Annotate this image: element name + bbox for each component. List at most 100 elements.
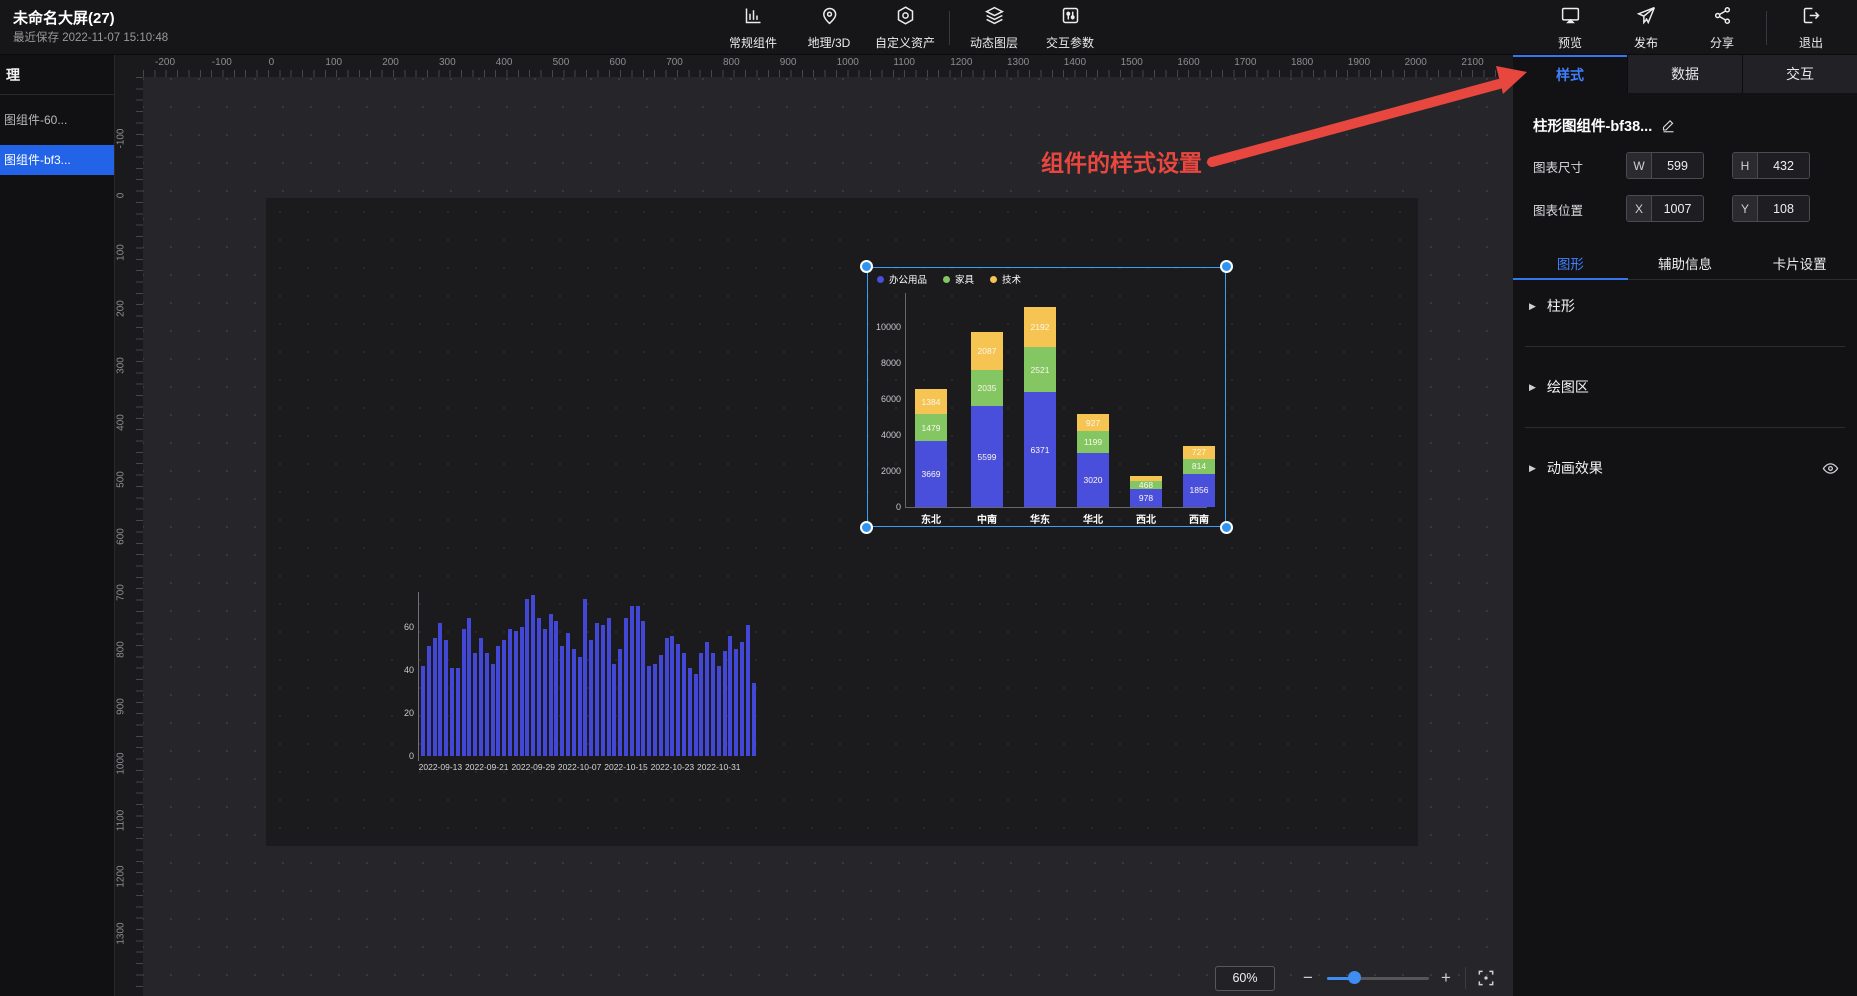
bar-segment[interactable]: 2521 <box>1024 347 1056 392</box>
histogram-bar[interactable] <box>520 627 524 756</box>
histogram-bar[interactable] <box>485 653 489 756</box>
histogram-bar[interactable] <box>572 649 576 757</box>
histogram-bar[interactable] <box>665 638 669 756</box>
action-publish[interactable]: 发布 <box>1608 0 1684 55</box>
bar-segment[interactable]: 6371 <box>1024 392 1056 507</box>
y-value[interactable]: 108 <box>1758 196 1809 221</box>
subtab-card-settings[interactable]: 卡片设置 <box>1742 246 1857 279</box>
x-input[interactable]: X 1007 <box>1626 195 1704 222</box>
histogram-bar[interactable] <box>450 668 454 756</box>
histogram-bar[interactable] <box>601 625 605 756</box>
width-input[interactable]: W 599 <box>1626 152 1704 179</box>
histogram-bar[interactable] <box>479 638 483 756</box>
histogram-bar[interactable] <box>525 599 529 756</box>
action-share[interactable]: 分享 <box>1684 0 1760 55</box>
histogram-bar[interactable] <box>711 653 715 756</box>
histogram-bar[interactable] <box>676 644 680 756</box>
section-bar-shape[interactable]: ▶ 柱形 <box>1513 280 1857 332</box>
histogram-bar[interactable] <box>723 651 727 756</box>
histogram-bar[interactable] <box>537 618 541 756</box>
bar-segment[interactable]: 1384 <box>915 389 947 414</box>
fit-to-screen-button[interactable] <box>1476 968 1496 988</box>
height-value[interactable]: 432 <box>1758 153 1809 178</box>
histogram-bar[interactable] <box>647 666 651 756</box>
histogram-bar[interactable] <box>438 623 442 756</box>
y-input[interactable]: Y 108 <box>1732 195 1810 222</box>
bar-segment[interactable]: 727 <box>1183 446 1215 459</box>
edit-name-icon[interactable] <box>1661 118 1676 133</box>
toolbar-item-dynamic-layers[interactable]: 动态图层 <box>956 0 1032 55</box>
zoom-slider[interactable] <box>1327 971 1429 985</box>
histogram-bar[interactable] <box>717 666 721 756</box>
histogram-bar[interactable] <box>560 646 564 756</box>
bar-segment[interactable]: 3020 <box>1077 453 1109 507</box>
histogram-bar[interactable] <box>491 664 495 756</box>
bar-segment[interactable]: 1199 <box>1077 431 1109 453</box>
histogram-bar[interactable] <box>456 668 460 756</box>
histogram-bar[interactable] <box>433 638 437 756</box>
bar-segment[interactable] <box>1130 476 1162 481</box>
toolbar-item-geo-3d[interactable]: 地理/3D <box>791 0 867 55</box>
histogram-bar[interactable] <box>630 606 634 757</box>
resize-handle-top-left[interactable] <box>860 260 873 273</box>
histogram-bar[interactable] <box>589 640 593 756</box>
zoom-out-button[interactable]: − <box>1297 968 1319 988</box>
tab-interaction[interactable]: 交互 <box>1742 55 1857 93</box>
histogram-bar[interactable] <box>496 646 500 756</box>
histogram-bar[interactable] <box>659 655 663 756</box>
resize-handle-bottom-left[interactable] <box>860 521 873 534</box>
histogram-bar[interactable] <box>578 657 582 756</box>
toolbar-item-common-components[interactable]: 常规组件 <box>715 0 791 55</box>
histogram-bar[interactable] <box>752 683 756 756</box>
bar-segment[interactable]: 5599 <box>971 406 1003 507</box>
bar-segment[interactable]: 978 <box>1130 489 1162 507</box>
histogram-bar[interactable] <box>502 640 506 756</box>
histogram-bar[interactable] <box>531 595 535 756</box>
slider-knob[interactable] <box>1348 971 1361 984</box>
editor-canvas[interactable]: -200-10001002003004005006007008009001000… <box>115 55 1513 996</box>
histogram-bar[interactable] <box>636 606 640 757</box>
histogram-bar[interactable] <box>549 614 553 756</box>
histogram-bar[interactable] <box>699 653 703 756</box>
histogram-bar[interactable] <box>641 621 645 756</box>
histogram-bar[interactable] <box>595 623 599 756</box>
tab-data[interactable]: 数据 <box>1627 55 1742 93</box>
histogram-bar[interactable] <box>624 618 628 756</box>
histogram-bar[interactable] <box>543 629 547 756</box>
bar-segment[interactable]: 2087 <box>971 332 1003 370</box>
histogram-bar[interactable] <box>473 653 477 756</box>
bar-segment[interactable]: 2035 <box>971 370 1003 407</box>
histogram-bar[interactable] <box>444 640 448 756</box>
toolbar-item-interaction-params[interactable]: 交互参数 <box>1032 0 1108 55</box>
visibility-eye-icon[interactable] <box>1822 460 1839 477</box>
histogram-bar[interactable] <box>421 666 425 756</box>
width-value[interactable]: 599 <box>1652 153 1703 178</box>
resize-handle-bottom-right[interactable] <box>1220 521 1233 534</box>
histogram-bar[interactable] <box>734 649 738 757</box>
tab-style[interactable]: 样式 <box>1513 55 1627 93</box>
histogram-chart-widget[interactable]: 02040602022-09-132022-09-212022-09-29202… <box>390 586 770 776</box>
histogram-bar[interactable] <box>583 599 587 756</box>
section-animation[interactable]: ▶ 动画效果 <box>1513 442 1857 494</box>
histogram-bar[interactable] <box>566 633 570 756</box>
histogram-bar[interactable] <box>682 653 686 756</box>
histogram-bar[interactable] <box>746 625 750 756</box>
bar-segment[interactable]: 3669 <box>915 441 947 507</box>
stacked-bar-chart-widget[interactable]: 办公用品家具技术 0200040006000800010000366914791… <box>867 267 1226 527</box>
section-plot-area[interactable]: ▶ 绘图区 <box>1513 361 1857 413</box>
action-exit[interactable]: 退出 <box>1773 0 1849 55</box>
bar-segment[interactable]: 1856 <box>1183 474 1215 507</box>
histogram-bar[interactable] <box>508 629 512 756</box>
zoom-in-button[interactable]: + <box>1435 968 1457 988</box>
height-input[interactable]: H 432 <box>1732 152 1810 179</box>
histogram-bar[interactable] <box>670 636 674 756</box>
histogram-bar[interactable] <box>514 631 518 756</box>
histogram-bar[interactable] <box>467 618 471 756</box>
layer-item-bar-60[interactable]: 图组件-60... <box>0 105 114 135</box>
histogram-bar[interactable] <box>694 674 698 756</box>
bar-segment[interactable]: 2192 <box>1024 307 1056 346</box>
histogram-bar[interactable] <box>688 668 692 756</box>
histogram-bar[interactable] <box>728 636 732 756</box>
histogram-bar[interactable] <box>554 621 558 756</box>
histogram-bar[interactable] <box>740 642 744 756</box>
